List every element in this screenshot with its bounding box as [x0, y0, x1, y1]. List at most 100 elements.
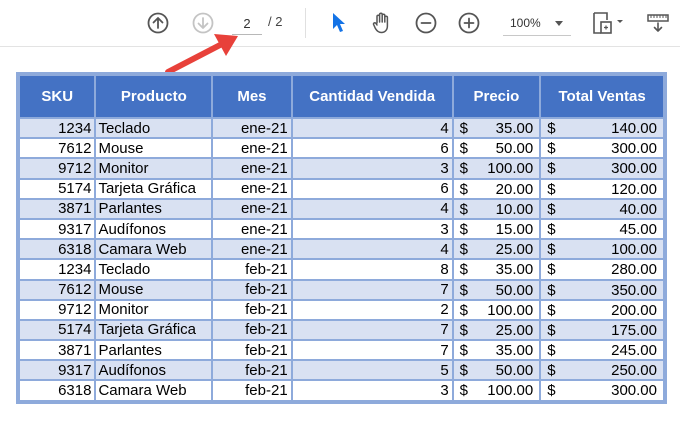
table-row: 1234 Teclado feb-21 8 $35.00 $280.00 [17, 258, 665, 281]
cell-mes[interactable]: feb-21 [211, 278, 293, 301]
cell-total[interactable]: $300.00 [539, 157, 665, 180]
header-mes: Mes [211, 74, 293, 119]
cell-precio[interactable]: $15.00 [451, 217, 542, 241]
cell-total[interactable]: $175.00 [539, 318, 665, 342]
cell-mes[interactable]: ene-21 [211, 177, 293, 200]
cell-mes[interactable]: ene-21 [211, 116, 293, 140]
cell-total[interactable]: $250.00 [539, 359, 665, 382]
cell-producto[interactable]: Tarjeta Gráfica [94, 318, 214, 342]
cell-sku[interactable]: 6318 [17, 238, 97, 261]
cell-precio[interactable]: $50.00 [451, 359, 542, 382]
cell-mes[interactable]: ene-21 [211, 197, 293, 220]
cell-sku[interactable]: 3871 [17, 339, 97, 362]
cell-cantidad[interactable]: 4 [290, 238, 454, 261]
cell-producto[interactable]: Audífonos [94, 359, 214, 382]
cell-sku[interactable]: 5174 [17, 318, 97, 342]
cell-cantidad[interactable]: 8 [290, 258, 454, 281]
cell-producto[interactable]: Teclado [94, 116, 214, 140]
cell-total[interactable]: $280.00 [539, 258, 665, 281]
cell-sku[interactable]: 9712 [17, 298, 97, 321]
cell-cantidad[interactable]: 3 [290, 157, 454, 180]
cell-total[interactable]: $245.00 [539, 339, 665, 362]
cell-sku[interactable]: 1234 [17, 116, 97, 140]
cell-total[interactable]: $300.00 [539, 379, 665, 402]
cell-total[interactable]: $120.00 [539, 177, 665, 200]
cell-cantidad[interactable]: 3 [290, 379, 454, 402]
cell-mes[interactable]: feb-21 [211, 258, 293, 281]
cell-mes[interactable]: ene-21 [211, 157, 293, 180]
cell-cantidad[interactable]: 3 [290, 217, 454, 241]
cell-total[interactable]: $100.00 [539, 238, 665, 261]
zoom-in-icon[interactable] [457, 11, 481, 35]
cell-precio[interactable]: $25.00 [451, 318, 542, 342]
cell-cantidad[interactable]: 7 [290, 278, 454, 301]
cell-producto[interactable]: Mouse [94, 278, 214, 301]
cell-mes[interactable]: feb-21 [211, 339, 293, 362]
cell-producto[interactable]: Parlantes [94, 197, 214, 220]
cell-precio[interactable]: $35.00 [451, 258, 542, 281]
cell-sku[interactable]: 9317 [17, 217, 97, 241]
cell-mes[interactable]: feb-21 [211, 318, 293, 342]
cell-producto[interactable]: Tarjeta Gráfica [94, 177, 214, 200]
cell-precio[interactable]: $25.00 [451, 238, 542, 261]
cell-cantidad[interactable]: 4 [290, 197, 454, 220]
zoom-out-icon[interactable] [414, 11, 438, 35]
cell-sku[interactable]: 6318 [17, 379, 97, 402]
zoom-select[interactable]: 100% [503, 11, 571, 36]
more-tools-icon[interactable] [645, 10, 671, 36]
cell-precio[interactable]: $35.00 [451, 116, 542, 140]
fit-page-icon[interactable] [590, 9, 626, 37]
cell-total[interactable]: $140.00 [539, 116, 665, 140]
cell-sku[interactable]: 9317 [17, 359, 97, 382]
cell-total[interactable]: $45.00 [539, 217, 665, 241]
cell-cantidad[interactable]: 7 [290, 318, 454, 342]
cell-cantidad[interactable]: 4 [290, 116, 454, 140]
pdf-toolbar: / 2 100% [0, 0, 680, 47]
cell-mes[interactable]: ene-21 [211, 238, 293, 261]
cell-producto[interactable]: Camara Web [94, 379, 214, 402]
cell-sku[interactable]: 3871 [17, 197, 97, 220]
cell-producto[interactable]: Mouse [94, 137, 214, 160]
cell-mes[interactable]: feb-21 [211, 298, 293, 321]
cell-precio[interactable]: $100.00 [451, 298, 542, 321]
cell-precio[interactable]: $20.00 [451, 177, 542, 200]
cell-mes[interactable]: ene-21 [211, 217, 293, 241]
cell-sku[interactable]: 7612 [17, 278, 97, 301]
cell-total[interactable]: $200.00 [539, 298, 665, 321]
cell-precio[interactable]: $100.00 [451, 379, 542, 402]
cell-mes[interactable]: ene-21 [211, 137, 293, 160]
select-arrow-icon[interactable] [328, 10, 350, 36]
cell-total[interactable]: $300.00 [539, 137, 665, 160]
hand-tool-icon[interactable] [369, 9, 395, 37]
cell-cantidad[interactable]: 6 [290, 177, 454, 200]
precio-value: 25.00 [495, 241, 534, 259]
cell-precio[interactable]: $10.00 [451, 197, 542, 220]
cell-mes[interactable]: feb-21 [211, 359, 293, 382]
cell-mes[interactable]: feb-21 [211, 379, 293, 402]
total-value: 200.00 [611, 301, 657, 319]
cell-sku[interactable]: 1234 [17, 258, 97, 281]
cell-sku[interactable]: 9712 [17, 157, 97, 180]
cell-precio[interactable]: $50.00 [451, 137, 542, 160]
table-row: 9317 Audífonos feb-21 5 $50.00 $250.00 [17, 359, 665, 382]
cell-producto[interactable]: Audífonos [94, 217, 214, 241]
cell-producto[interactable]: Parlantes [94, 339, 214, 362]
cell-cantidad[interactable]: 2 [290, 298, 454, 321]
cell-producto[interactable]: Teclado [94, 258, 214, 281]
cell-sku[interactable]: 5174 [17, 177, 97, 200]
cell-producto[interactable]: Monitor [94, 298, 214, 321]
cell-cantidad[interactable]: 5 [290, 359, 454, 382]
cell-precio[interactable]: $100.00 [451, 157, 542, 180]
cell-sku[interactable]: 7612 [17, 137, 97, 160]
currency-symbol: $ [547, 200, 556, 218]
cell-producto[interactable]: Monitor [94, 157, 214, 180]
cell-total[interactable]: $350.00 [539, 278, 665, 301]
cell-precio[interactable]: $35.00 [451, 339, 542, 362]
cell-precio[interactable]: $50.00 [451, 278, 542, 301]
currency-symbol: $ [459, 200, 468, 218]
cell-total[interactable]: $40.00 [539, 197, 665, 220]
cell-producto[interactable]: Camara Web [94, 238, 214, 261]
cell-cantidad[interactable]: 6 [290, 137, 454, 160]
cell-cantidad[interactable]: 7 [290, 339, 454, 362]
currency-symbol: $ [459, 140, 468, 158]
